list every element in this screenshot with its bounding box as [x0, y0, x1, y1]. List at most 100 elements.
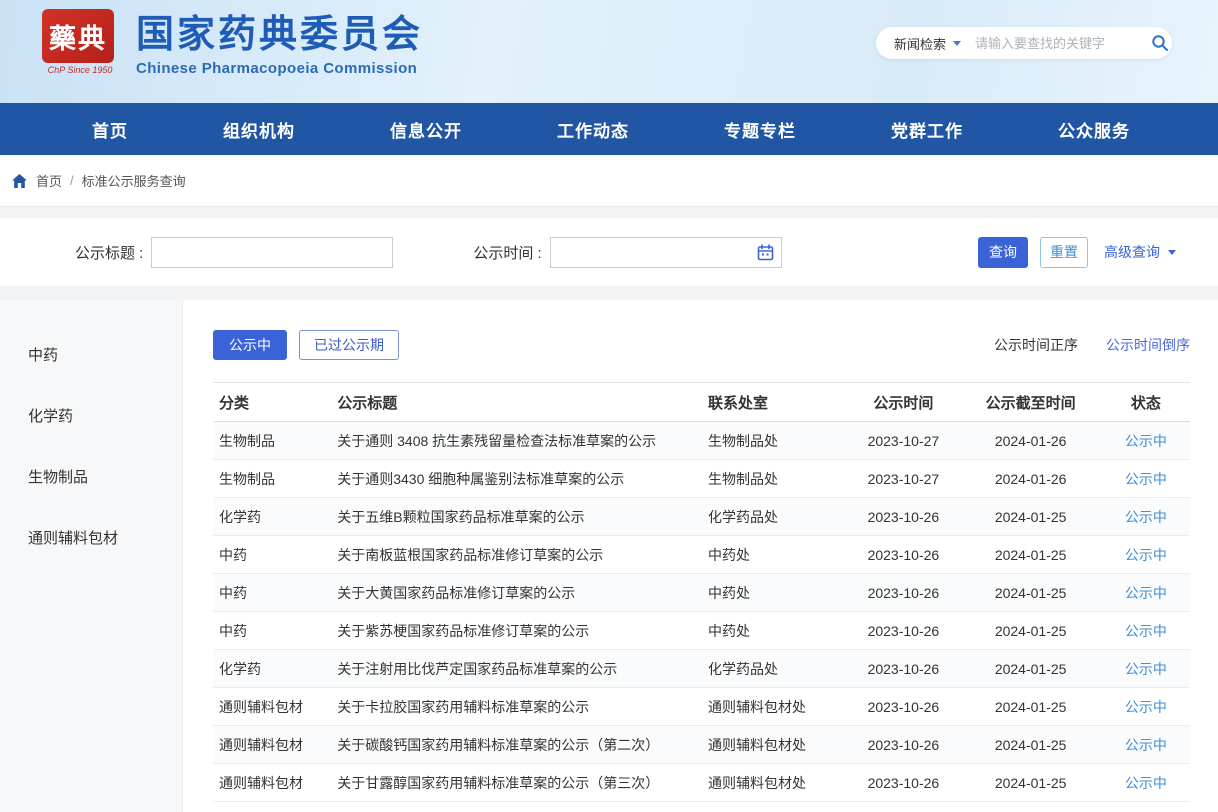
site-title: 国家药典委员会 [136, 13, 423, 57]
table-row: 化学药 关于五维B颗粒国家药品标准草案的公示 化学药品处 2023-10-26 … [213, 498, 1190, 536]
time-filter-input[interactable] [550, 237, 782, 268]
chevron-down-icon [953, 41, 961, 46]
time-filter-label: 公示时间 : [473, 242, 541, 263]
status-link[interactable]: 公示中 [1125, 547, 1167, 563]
search-category-label: 新闻检索 [894, 34, 946, 53]
header-search-input[interactable] [975, 36, 1151, 51]
status-link[interactable]: 公示中 [1125, 737, 1167, 753]
sidebar-item-tcm[interactable]: 中药 [0, 330, 182, 379]
sidebar-item-excipients[interactable]: 通则辅料包材 [0, 513, 182, 562]
cell-date: 2023-10-26 [847, 536, 959, 574]
cell-office: 化学药品处 [702, 650, 847, 688]
table-row: 中药 关于大黄国家药品标准修订草案的公示 中药处 2023-10-26 2024… [213, 574, 1190, 612]
nav-item-home[interactable]: 首页 [92, 117, 128, 142]
cell-title-link[interactable]: 关于南板蓝根国家药品标准修订草案的公示 [331, 536, 702, 574]
status-link[interactable]: 公示中 [1125, 585, 1167, 601]
sidebar-item-biological[interactable]: 生物制品 [0, 452, 182, 501]
logo[interactable]: 藥典 ChP Since 1950 [42, 9, 118, 75]
cell-office: 中药处 [702, 536, 847, 574]
cell-office: 通则辅料包材处 [702, 764, 847, 802]
table-row: 通则辅料包材 关于碳酸钙国家药用辅料标准草案的公示（第二次） 通则辅料包材处 2… [213, 726, 1190, 764]
cell-title-link[interactable]: 关于卡拉胶国家药用辅料标准草案的公示 [331, 688, 702, 726]
breadcrumb: 首页 / 标准公示服务查询 [0, 155, 1218, 207]
cell-office: 中药处 [702, 574, 847, 612]
nav-item-party-work[interactable]: 党群工作 [891, 117, 963, 142]
tab-expired-publicity[interactable]: 已过公示期 [299, 330, 399, 360]
table-row: 中药 关于南板蓝根国家药品标准修订草案的公示 中药处 2023-10-26 20… [213, 536, 1190, 574]
advanced-query-link[interactable]: 高级查询 [1104, 242, 1176, 262]
table-row: 生物制品 关于通则 3408 抗生素残留量检查法标准草案的公示 生物制品处 20… [213, 422, 1190, 460]
table-row: 通则辅料包材 关于卡拉胶国家药用辅料标准草案的公示 通则辅料包材处 2023-1… [213, 688, 1190, 726]
sort-time-asc-link[interactable]: 公示时间正序 [994, 335, 1078, 355]
status-link[interactable]: 公示中 [1125, 471, 1167, 487]
cell-title-link[interactable]: 关于大黄国家药品标准修订草案的公示 [331, 574, 702, 612]
nav-item-organization[interactable]: 组织机构 [223, 117, 295, 142]
cell-end-date: 2024-01-26 [960, 460, 1102, 498]
cell-date: 2023-10-27 [847, 460, 959, 498]
cell-category: 中药 [213, 536, 331, 574]
cell-date: 2023-10-26 [847, 650, 959, 688]
col-header-category: 分类 [213, 383, 331, 422]
search-icon[interactable] [1151, 34, 1169, 52]
cell-office: 通则辅料包材处 [702, 726, 847, 764]
breadcrumb-separator: / [70, 173, 74, 188]
cell-title-link[interactable]: 关于通则 3408 抗生素残留量检查法标准草案的公示 [331, 422, 702, 460]
status-link[interactable]: 公示中 [1125, 623, 1167, 639]
status-link[interactable]: 公示中 [1125, 661, 1167, 677]
cell-title-link[interactable]: 关于紫苏梗国家药品标准修订草案的公示 [331, 612, 702, 650]
cell-title-link[interactable]: 关于碳酸钙国家药用辅料标准草案的公示（第二次） [331, 726, 702, 764]
date-field-wrap [550, 237, 782, 268]
sort-time-desc-link[interactable]: 公示时间倒序 [1106, 335, 1190, 355]
filter-actions: 查询 重置 高级查询 [978, 237, 1176, 268]
nav-item-work-news[interactable]: 工作动态 [557, 117, 629, 142]
reset-button[interactable]: 重置 [1040, 237, 1088, 268]
col-header-date: 公示时间 [847, 383, 959, 422]
cell-category: 化学药 [213, 650, 331, 688]
home-icon[interactable] [12, 174, 27, 188]
nav-item-special-topics[interactable]: 专题专栏 [724, 117, 796, 142]
cell-category: 通则辅料包材 [213, 688, 331, 726]
cell-title-link[interactable]: 关于注射用比伐芦定国家药品标准草案的公示 [331, 650, 702, 688]
brand: 藥典 ChP Since 1950 国家药典委员会 Chinese Pharma… [42, 9, 423, 77]
title-filter-label: 公示标题 : [75, 242, 143, 263]
status-link[interactable]: 公示中 [1125, 509, 1167, 525]
cell-date: 2023-10-26 [847, 574, 959, 612]
main-nav: 首页 组织机构 信息公开 工作动态 专题专栏 党群工作 公众服务 [0, 103, 1218, 155]
cell-title-link[interactable]: 关于通则3430 细胞种属鉴别法标准草案的公示 [331, 460, 702, 498]
cell-title-link[interactable]: 关于五维B颗粒国家药品标准草案的公示 [331, 498, 702, 536]
status-link[interactable]: 公示中 [1125, 775, 1167, 791]
cell-date: 2023-10-27 [847, 422, 959, 460]
table-row: 生物制品 关于通则3430 细胞种属鉴别法标准草案的公示 生物制品处 2023-… [213, 460, 1190, 498]
publicity-list-area: 公示中 已过公示期 公示时间正序 公示时间倒序 分类 公示标题 联系处室 公示时… [183, 300, 1218, 812]
nav-item-public-service[interactable]: 公众服务 [1058, 117, 1130, 142]
sidebar-item-chemical[interactable]: 化学药 [0, 391, 182, 440]
cell-category: 中药 [213, 574, 331, 612]
cell-end-date: 2024-01-25 [960, 536, 1102, 574]
cell-end-date: 2024-01-25 [960, 650, 1102, 688]
nav-item-information[interactable]: 信息公开 [390, 117, 462, 142]
category-sidebar: 中药 化学药 生物制品 通则辅料包材 [0, 300, 183, 812]
cell-category: 中药 [213, 612, 331, 650]
search-category-select[interactable]: 新闻检索 [894, 34, 961, 53]
table-header-row: 分类 公示标题 联系处室 公示时间 公示截至时间 状态 [213, 383, 1190, 422]
breadcrumb-home-link[interactable]: 首页 [36, 171, 62, 190]
content-area: 中药 化学药 生物制品 通则辅料包材 公示中 已过公示期 公示时间正序 公示时间… [0, 300, 1218, 812]
calendar-icon[interactable] [757, 244, 774, 266]
query-button[interactable]: 查询 [978, 237, 1028, 268]
cell-office: 通则辅料包材处 [702, 688, 847, 726]
cell-title-link[interactable]: 关于甘露醇国家药用辅料标准草案的公示（第三次） [331, 764, 702, 802]
cell-office: 中药处 [702, 612, 847, 650]
cell-end-date: 2024-01-25 [960, 726, 1102, 764]
seal-logo-icon: 藥典 [42, 9, 114, 63]
publicity-table: 分类 公示标题 联系处室 公示时间 公示截至时间 状态 生物制品 关于通则 34… [213, 382, 1190, 802]
chevron-down-icon [1168, 250, 1176, 255]
status-link[interactable]: 公示中 [1125, 699, 1167, 715]
status-link[interactable]: 公示中 [1125, 433, 1167, 449]
table-row: 中药 关于紫苏梗国家药品标准修订草案的公示 中药处 2023-10-26 202… [213, 612, 1190, 650]
cell-category: 化学药 [213, 498, 331, 536]
cell-category: 生物制品 [213, 460, 331, 498]
cell-end-date: 2024-01-25 [960, 764, 1102, 802]
seal-caption: ChP Since 1950 [42, 65, 118, 75]
tab-in-publicity[interactable]: 公示中 [213, 330, 287, 360]
title-filter-input[interactable] [151, 237, 393, 268]
